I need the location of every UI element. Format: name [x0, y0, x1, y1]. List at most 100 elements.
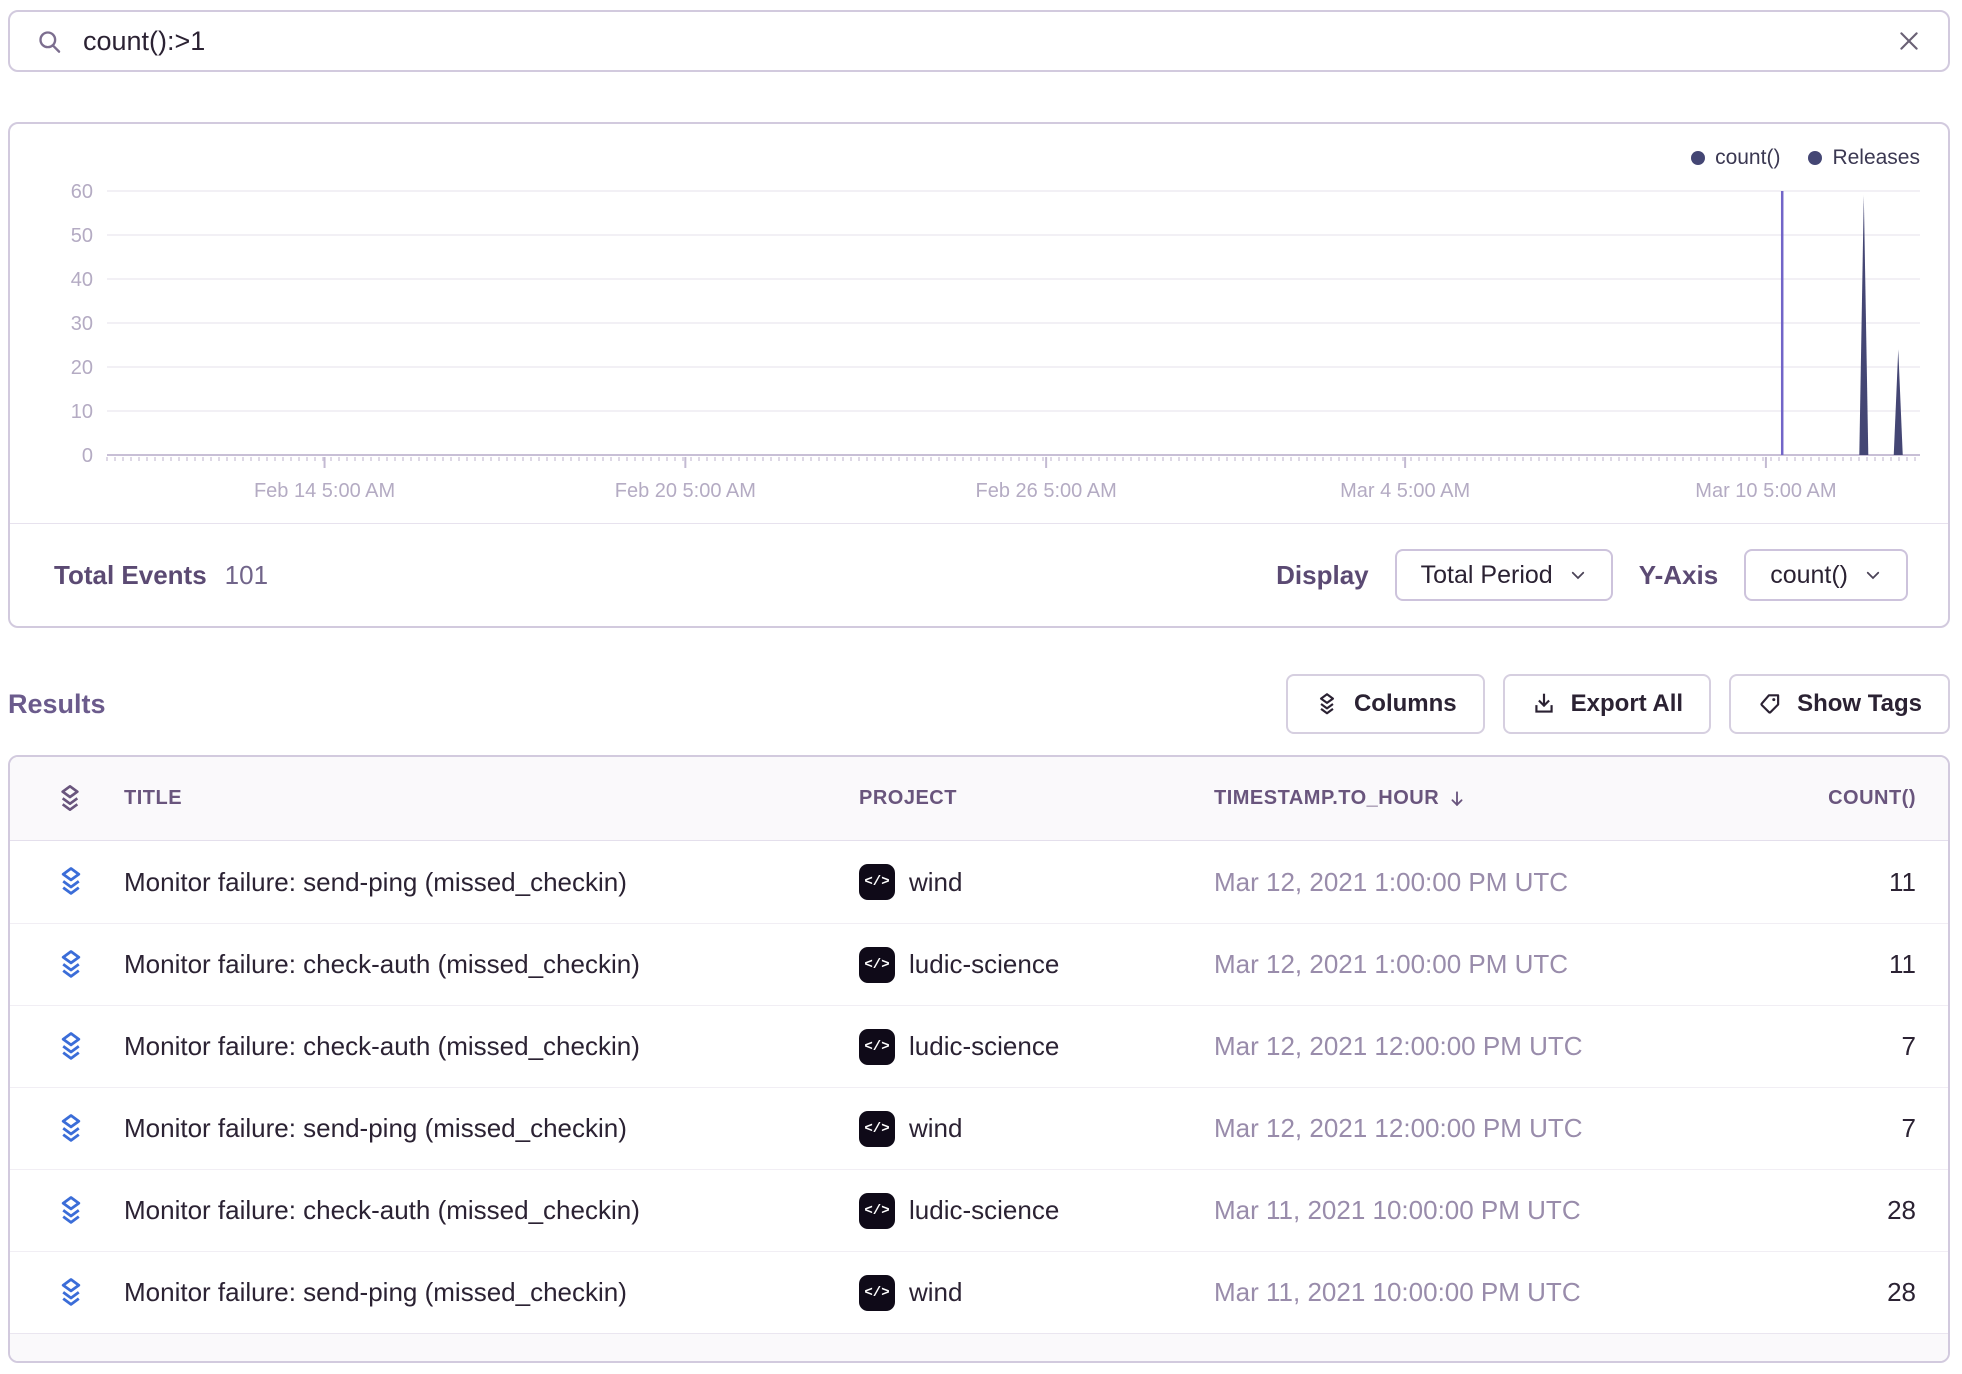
- legend-item-count[interactable]: count(): [1691, 146, 1780, 170]
- show-tags-button[interactable]: Show Tags: [1729, 674, 1950, 734]
- stacked-events-icon[interactable]: [54, 948, 124, 982]
- chevron-down-icon: [1864, 566, 1882, 584]
- table-body: Monitor failure: send-ping (missed_check…: [10, 841, 1948, 1333]
- event-title: Monitor failure: send-ping (missed_check…: [124, 867, 859, 898]
- count-legend-label: count(): [1715, 146, 1780, 170]
- results-table: TITLE PROJECT TIMESTAMP.TO_HOUR COUNT() …: [8, 755, 1950, 1363]
- count-legend-dot: [1691, 151, 1705, 165]
- results-bar: Results Columns Export All Show Tags: [8, 674, 1950, 734]
- svg-text:30: 30: [71, 313, 93, 335]
- svg-text:0: 0: [82, 445, 93, 467]
- svg-text:10: 10: [71, 401, 93, 423]
- legend-item-releases[interactable]: Releases: [1808, 146, 1920, 170]
- display-dropdown[interactable]: Total Period: [1395, 549, 1613, 601]
- search-icon: [36, 28, 63, 55]
- svg-text:Feb 14 5:00 AM: Feb 14 5:00 AM: [254, 480, 395, 502]
- svg-text:60: 60: [71, 181, 93, 203]
- timestamp-cell: Mar 11, 2021 10:00:00 PM UTC: [1214, 1195, 1766, 1226]
- count-cell: 28: [1766, 1277, 1916, 1308]
- y-axis-label: Y-Axis: [1639, 560, 1719, 591]
- stacked-events-icon[interactable]: [54, 1030, 124, 1064]
- download-icon: [1531, 691, 1557, 717]
- event-title: Monitor failure: check-auth (missed_chec…: [124, 949, 859, 980]
- svg-text:Mar 10 5:00 AM: Mar 10 5:00 AM: [1695, 480, 1836, 502]
- project-platform-icon: </>: [859, 947, 895, 983]
- y-axis-dropdown[interactable]: count(): [1744, 549, 1908, 601]
- project-name: wind: [909, 867, 962, 898]
- project-name: ludic-science: [909, 949, 1059, 980]
- timestamp-cell: Mar 12, 2021 12:00:00 PM UTC: [1214, 1113, 1766, 1144]
- project-cell: </> wind: [859, 1111, 1214, 1147]
- chevron-down-icon: [1569, 566, 1587, 584]
- svg-text:Feb 26 5:00 AM: Feb 26 5:00 AM: [976, 480, 1117, 502]
- table-row: Monitor failure: send-ping (missed_check…: [10, 841, 1948, 923]
- chart-footer: Total Events 101 Display Total Period Y-…: [10, 523, 1948, 626]
- count-cell: 11: [1766, 949, 1916, 980]
- project-cell: </> ludic-science: [859, 947, 1214, 983]
- column-header-count[interactable]: COUNT(): [1766, 787, 1916, 810]
- event-title: Monitor failure: check-auth (missed_chec…: [124, 1031, 859, 1062]
- stacked-events-icon[interactable]: [54, 1194, 124, 1228]
- timestamp-cell: Mar 12, 2021 12:00:00 PM UTC: [1214, 1031, 1766, 1062]
- columns-button[interactable]: Columns: [1286, 674, 1485, 734]
- svg-text:50: 50: [71, 225, 93, 247]
- project-name: ludic-science: [909, 1195, 1059, 1226]
- count-cell: 11: [1766, 867, 1916, 898]
- stacked-events-icon[interactable]: [54, 865, 124, 899]
- table-row: Monitor failure: send-ping (missed_check…: [10, 1087, 1948, 1169]
- display-label: Display: [1276, 560, 1369, 591]
- project-cell: </> ludic-science: [859, 1029, 1214, 1065]
- table-row: Monitor failure: check-auth (missed_chec…: [10, 1169, 1948, 1251]
- project-cell: </> wind: [859, 864, 1214, 900]
- count-cell: 28: [1766, 1195, 1916, 1226]
- project-name: ludic-science: [909, 1031, 1059, 1062]
- column-header-project[interactable]: PROJECT: [859, 787, 1214, 810]
- stack-column-header-icon: [54, 783, 124, 815]
- project-platform-icon: </>: [859, 1275, 895, 1311]
- count-cell: 7: [1766, 1113, 1916, 1144]
- project-platform-icon: </>: [859, 1029, 895, 1065]
- table-row: Monitor failure: check-auth (missed_chec…: [10, 1005, 1948, 1087]
- search-bar: [8, 10, 1950, 72]
- close-icon[interactable]: [1896, 28, 1922, 54]
- project-platform-icon: </>: [859, 1193, 895, 1229]
- svg-text:Feb 20 5:00 AM: Feb 20 5:00 AM: [615, 480, 756, 502]
- event-title: Monitor failure: send-ping (missed_check…: [124, 1113, 859, 1144]
- timestamp-cell: Mar 11, 2021 10:00:00 PM UTC: [1214, 1277, 1766, 1308]
- stacked-events-icon[interactable]: [54, 1112, 124, 1146]
- timestamp-cell: Mar 12, 2021 1:00:00 PM UTC: [1214, 867, 1766, 898]
- project-platform-icon: </>: [859, 864, 895, 900]
- stacked-events-icon[interactable]: [54, 1276, 124, 1310]
- project-cell: </> ludic-science: [859, 1193, 1214, 1229]
- chart-area: 0 10 20 30 40 50 60 Feb 14 5:00 AM Feb 20 5:00 A…: [10, 124, 1948, 523]
- project-name: wind: [909, 1113, 962, 1144]
- results-title: Results: [8, 689, 106, 720]
- event-title: Monitor failure: check-auth (missed_chec…: [124, 1195, 859, 1226]
- table-row: Monitor failure: check-auth (missed_chec…: [10, 923, 1948, 1005]
- timestamp-cell: Mar 12, 2021 1:00:00 PM UTC: [1214, 949, 1766, 980]
- events-chart-panel: 0 10 20 30 40 50 60 Feb 14 5:00 AM Feb 20 5:00 A…: [8, 122, 1950, 628]
- svg-text:20: 20: [71, 357, 93, 379]
- total-events-label: Total Events: [54, 560, 207, 591]
- table-footer: [10, 1333, 1948, 1361]
- count-cell: 7: [1766, 1031, 1916, 1062]
- table-row: Monitor failure: send-ping (missed_check…: [10, 1251, 1948, 1333]
- events-chart: 0 10 20 30 40 50 60 Feb 14 5:00 AM Feb 20 5:00 A…: [10, 124, 1948, 523]
- chart-legend: count() Releases: [1691, 146, 1920, 170]
- project-cell: </> wind: [859, 1275, 1214, 1311]
- column-header-timestamp[interactable]: TIMESTAMP.TO_HOUR: [1214, 787, 1766, 810]
- table-header-row: TITLE PROJECT TIMESTAMP.TO_HOUR COUNT(): [10, 757, 1948, 841]
- tag-icon: [1757, 691, 1783, 717]
- releases-legend-dot: [1808, 151, 1822, 165]
- layers-icon: [1314, 691, 1340, 717]
- sort-desc-icon: [1447, 788, 1467, 810]
- export-all-button[interactable]: Export All: [1503, 674, 1711, 734]
- svg-text:40: 40: [71, 269, 93, 291]
- project-platform-icon: </>: [859, 1111, 895, 1147]
- column-header-title[interactable]: TITLE: [124, 787, 859, 810]
- svg-text:Mar 4 5:00 AM: Mar 4 5:00 AM: [1340, 480, 1470, 502]
- project-name: wind: [909, 1277, 962, 1308]
- releases-legend-label: Releases: [1832, 146, 1920, 170]
- search-input[interactable]: [83, 26, 1876, 57]
- stack-icon: [54, 783, 86, 815]
